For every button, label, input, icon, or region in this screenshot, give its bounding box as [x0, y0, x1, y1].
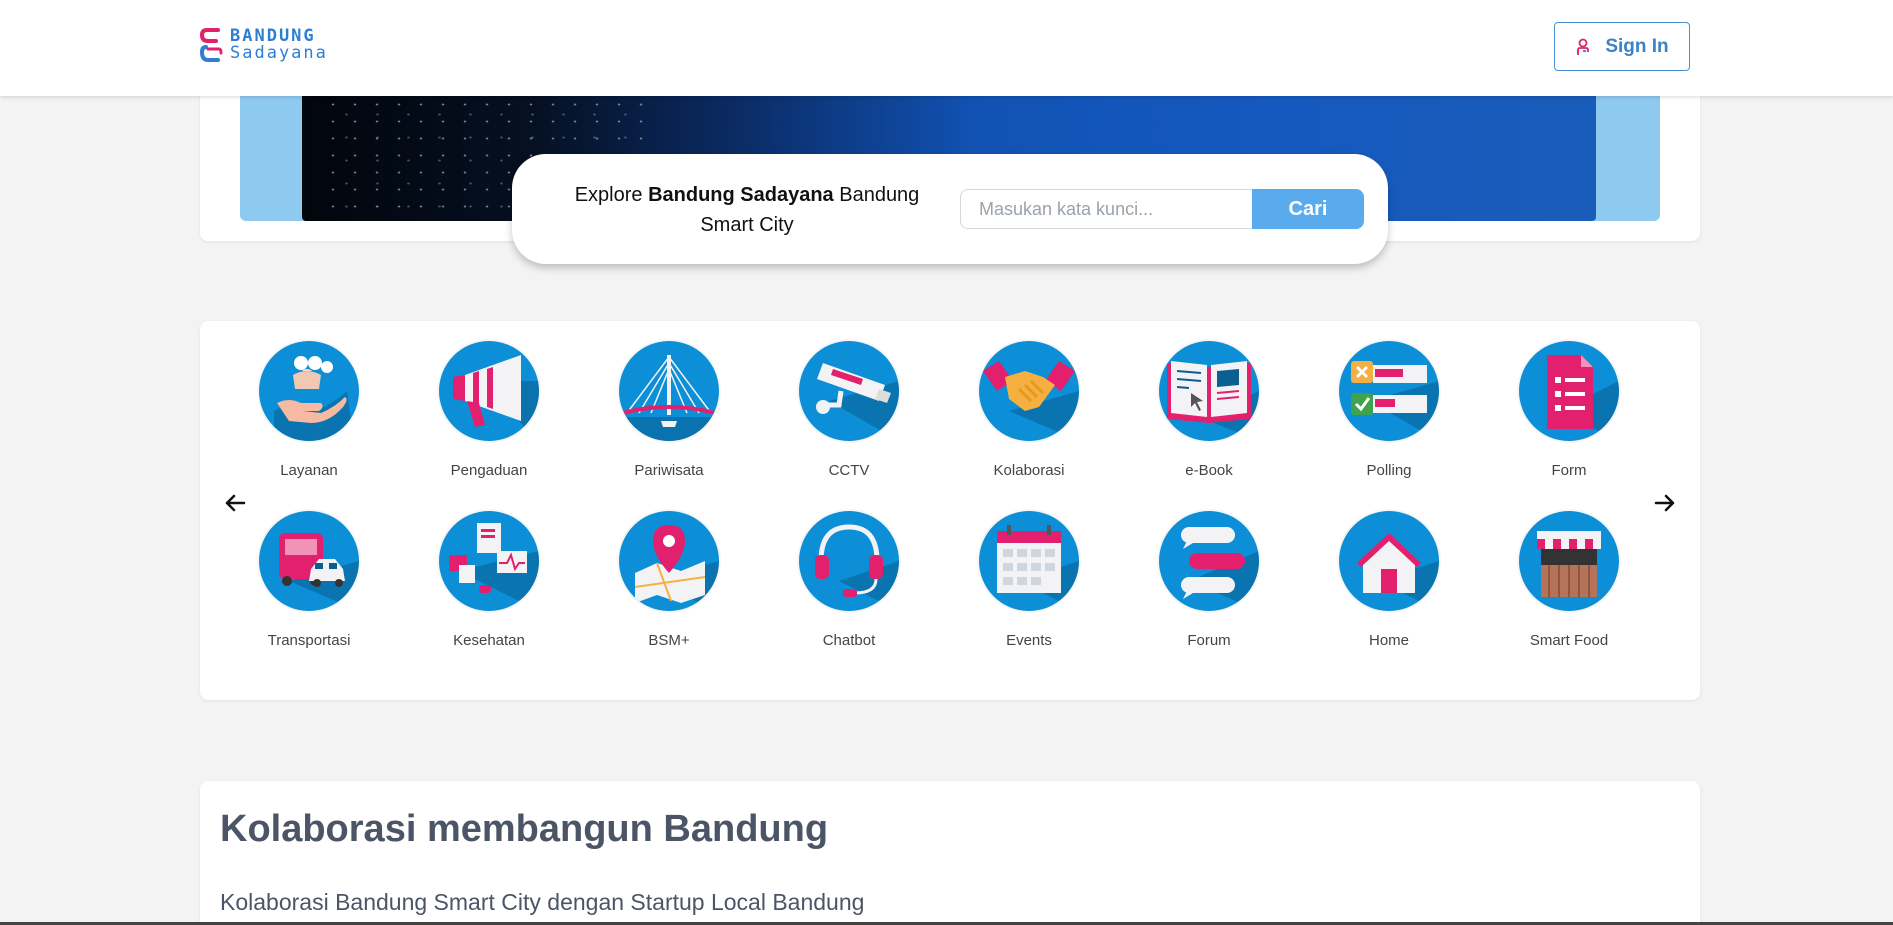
- menu-item-ebook[interactable]: e-Book: [1119, 341, 1299, 491]
- hand-heart-icon: [274, 356, 354, 441]
- menu-label: Kesehatan: [453, 632, 525, 649]
- megaphone-icon: [453, 355, 539, 441]
- menu-item-cctv[interactable]: CCTV: [759, 341, 939, 491]
- search-input[interactable]: [960, 189, 1254, 229]
- poll-checklist-icon: [1351, 361, 1439, 441]
- top-navbar: BANDUNG Sadayana Sign In: [0, 0, 1893, 96]
- bridge-icon: [619, 355, 719, 441]
- search-panel: Explore Bandung Sadayana Bandung Smart C…: [512, 154, 1388, 264]
- chat-bubbles-icon: [1181, 527, 1259, 611]
- menu-label: Form: [1551, 462, 1587, 479]
- form-document-icon: [1547, 355, 1619, 441]
- intro-brand: Bandung Sadayana: [648, 184, 834, 206]
- menu-item-smart-food[interactable]: Smart Food: [1479, 511, 1659, 661]
- menu-label: Layanan: [280, 462, 338, 479]
- menu-item-pengaduan[interactable]: Pengaduan: [399, 341, 579, 491]
- menu-label: Pengaduan: [450, 462, 528, 479]
- menu-item-pariwisata[interactable]: Pariwisata: [579, 341, 759, 491]
- logo-line-sadayana: Sadayana: [230, 43, 328, 63]
- open-book-icon: [1167, 361, 1259, 441]
- menu-label: Home: [1368, 632, 1409, 649]
- sign-in-button[interactable]: Sign In: [1554, 22, 1690, 71]
- health-icon: [449, 523, 539, 611]
- menu-item-kolaborasi[interactable]: Kolaborasi: [939, 341, 1119, 491]
- menu-item-kesehatan[interactable]: Kesehatan: [399, 511, 579, 661]
- menu-item-forum[interactable]: Forum: [1119, 511, 1299, 661]
- search-intro-text: Explore Bandung Sadayana Bandung Smart C…: [552, 180, 942, 240]
- collaboration-subtitle: Kolaborasi Bandung Smart City dengan Sta…: [220, 889, 865, 915]
- handshake-icon: [983, 361, 1079, 441]
- menu-item-layanan[interactable]: Layanan: [219, 341, 399, 491]
- menu-item-transportasi[interactable]: Transportasi: [219, 511, 399, 661]
- search-button[interactable]: Cari: [1252, 189, 1364, 229]
- intro-prefix: Explore: [574, 184, 649, 206]
- arrow-right-icon: [1654, 494, 1675, 512]
- menu-item-bsm-plus[interactable]: BSM+: [579, 511, 759, 661]
- menu-label: Pariwisata: [634, 462, 704, 479]
- logo-mark-icon: [199, 28, 223, 62]
- menu-label: BSM+: [648, 632, 690, 649]
- map-pin-icon: [634, 525, 719, 611]
- menu-label: Smart Food: [1529, 632, 1609, 649]
- menu-label: Polling: [1366, 462, 1412, 479]
- menu-item-form[interactable]: Form: [1479, 341, 1659, 491]
- bus-car-icon: [279, 533, 359, 611]
- menu-item-home[interactable]: Home: [1299, 511, 1479, 661]
- user-login-icon: [1577, 38, 1590, 55]
- menu-item-chatbot[interactable]: Chatbot: [759, 511, 939, 661]
- house-icon: [1357, 533, 1439, 611]
- menu-label: e-Book: [1185, 462, 1233, 479]
- sign-in-label: Sign In: [1605, 35, 1669, 57]
- collaboration-title: Kolaborasi membangun Bandung: [220, 808, 829, 850]
- cctv-camera-icon: [816, 363, 899, 441]
- menu-label: Chatbot: [822, 632, 876, 649]
- menu-label: Events: [1006, 632, 1052, 649]
- arrow-left-icon: [225, 494, 246, 512]
- menu-item-events[interactable]: Events: [939, 511, 1119, 661]
- headset-icon: [815, 524, 899, 611]
- menu-label: CCTV: [828, 462, 870, 479]
- menu-label: Transportasi: [267, 632, 351, 649]
- food-stall-icon: [1537, 531, 1601, 597]
- menu-label: Kolaborasi: [993, 462, 1065, 479]
- calendar-icon: [997, 525, 1079, 611]
- bandung-sadayana-logo[interactable]: BANDUNG Sadayana: [198, 26, 362, 64]
- logo-text: BANDUNG Sadayana: [230, 28, 328, 62]
- menu-item-polling[interactable]: Polling: [1299, 341, 1479, 491]
- menu-label: Forum: [1187, 632, 1231, 649]
